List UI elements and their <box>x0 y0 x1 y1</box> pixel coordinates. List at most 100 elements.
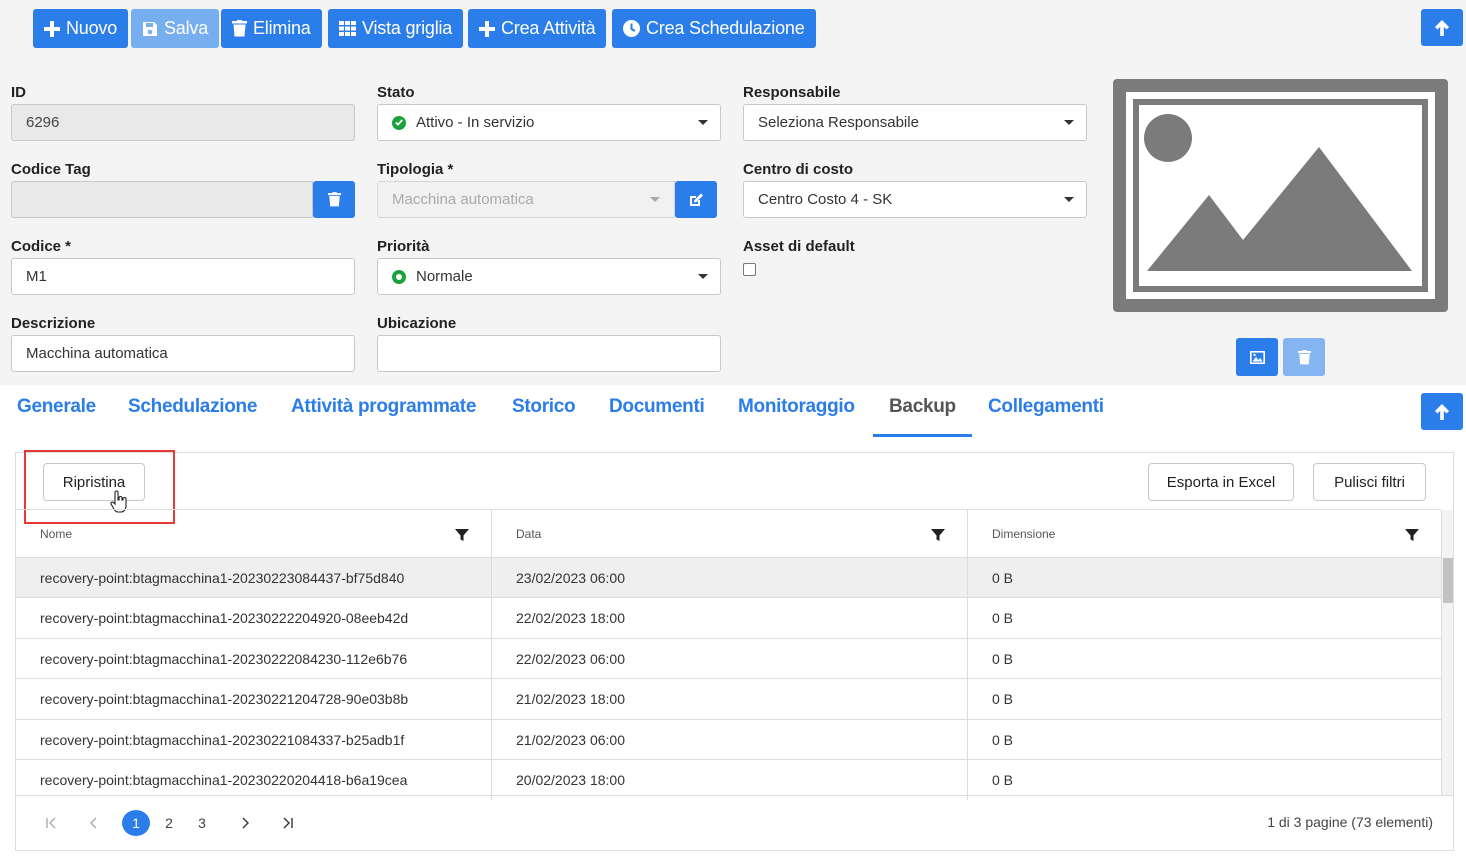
first-page-icon[interactable] <box>37 810 65 836</box>
cell-dimensione: 0 B <box>992 732 1014 748</box>
scroll-top-button[interactable] <box>1421 9 1463 46</box>
crea-attivita-button[interactable]: Crea Attività <box>468 9 607 48</box>
table-row[interactable]: recovery-point:btagmacchina1-20230220204… <box>16 759 1441 800</box>
ubicazione-field[interactable] <box>377 335 721 372</box>
cell-nome: recovery-point:btagmacchina1-20230221204… <box>16 679 492 719</box>
id-field[interactable]: 6296 <box>11 104 355 141</box>
chevron-down-icon <box>650 197 660 202</box>
column-dimensione-label: Dimensione <box>992 527 1056 541</box>
crea-schedulazione-label: Crea Schedulazione <box>646 18 805 38</box>
tab-schedulazione[interactable]: Schedulazione <box>128 396 257 418</box>
filter-icon[interactable] <box>931 528 945 542</box>
pager-divider <box>16 795 1453 796</box>
cell-data: 21/02/2023 06:00 <box>492 720 968 760</box>
codice-label: Codice * <box>11 238 72 255</box>
cell-nome: recovery-point:btagmacchina1-20230222084… <box>16 639 492 679</box>
image-placeholder-icon <box>1139 105 1422 286</box>
edit-icon <box>690 193 703 206</box>
next-page-icon[interactable] <box>231 810 259 836</box>
pulisci-filtri-button[interactable]: Pulisci filtri <box>1313 463 1426 501</box>
tipologia-label: Tipologia * <box>377 161 454 178</box>
page-button-2[interactable]: 2 <box>155 810 183 836</box>
check-circle-icon <box>392 115 406 130</box>
stato-value: Attivo - In servizio <box>416 114 535 131</box>
prev-page-icon[interactable] <box>80 810 108 836</box>
column-header-dimensione[interactable]: Dimensione <box>968 510 1442 558</box>
arrow-up-icon <box>1435 403 1449 420</box>
pulisci-filtri-label: Pulisci filtri <box>1334 473 1405 491</box>
clock-icon <box>623 20 640 37</box>
tab-documenti[interactable]: Documenti <box>609 396 705 418</box>
page-button-1[interactable]: 1 <box>122 810 150 836</box>
active-tab-indicator <box>873 434 972 437</box>
vista-griglia-label: Vista griglia <box>362 18 453 38</box>
cell-nome: recovery-point:btagmacchina1-20230220204… <box>16 760 492 800</box>
tipologia-select[interactable]: Macchina automatica <box>377 181 675 218</box>
column-nome-label: Nome <box>40 527 73 541</box>
responsabile-value: Seleziona Responsabile <box>758 114 919 131</box>
table-row[interactable]: recovery-point:btagmacchina1-20230223084… <box>16 557 1441 598</box>
tab-backup[interactable]: Backup <box>889 396 956 418</box>
priorita-label: Priorità <box>377 238 430 255</box>
elimina-button[interactable]: Elimina <box>221 9 322 48</box>
crea-schedulazione-button[interactable]: Crea Schedulazione <box>612 9 816 48</box>
asset-default-checkbox[interactable] <box>743 263 756 276</box>
salva-button[interactable]: Salva <box>131 9 220 48</box>
tab-monitoraggio[interactable]: Monitoraggio <box>738 396 855 418</box>
id-value: 6296 <box>26 114 60 131</box>
stato-label: Stato <box>377 84 415 101</box>
cell-nome: recovery-point:btagmacchina1-20230222204… <box>16 598 492 638</box>
table-row[interactable]: recovery-point:btagmacchina1-20230221084… <box>16 719 1441 760</box>
table-row[interactable]: recovery-point:btagmacchina1-20230222204… <box>16 597 1441 638</box>
delete-image-button[interactable] <box>1283 338 1325 376</box>
salva-label: Salva <box>164 18 209 38</box>
cell-dimensione: 0 B <box>992 570 1014 586</box>
column-header-nome[interactable]: Nome <box>16 510 492 558</box>
cell-data: 20/02/2023 18:00 <box>492 760 968 800</box>
codice-tag-field[interactable] <box>11 181 313 218</box>
filter-icon[interactable] <box>455 528 469 542</box>
upload-image-button[interactable] <box>1236 338 1278 376</box>
cell-nome: recovery-point:btagmacchina1-20230221084… <box>16 720 492 760</box>
esporta-excel-label: Esporta in Excel <box>1166 473 1276 491</box>
cell-data: 22/02/2023 06:00 <box>492 639 968 679</box>
cell-nome: recovery-point:btagmacchina1-20230223084… <box>16 558 492 598</box>
tipologia-edit-button[interactable] <box>675 181 717 218</box>
centro-costo-select[interactable]: Centro Costo 4 - SK <box>743 181 1087 218</box>
priorita-select[interactable]: Normale <box>377 258 721 295</box>
chevron-down-icon <box>698 274 708 279</box>
cell-data: 22/02/2023 18:00 <box>492 598 968 638</box>
descrizione-field[interactable]: Macchina automatica <box>11 335 355 372</box>
trash-icon <box>1297 349 1311 364</box>
tab-storico[interactable]: Storico <box>512 396 576 418</box>
filter-icon[interactable] <box>1405 528 1419 542</box>
grid-icon <box>339 21 356 36</box>
plus-icon <box>479 20 495 37</box>
responsabile-select[interactable]: Seleziona Responsabile <box>743 104 1087 141</box>
vista-griglia-button[interactable]: Vista griglia <box>328 9 464 48</box>
tipologia-value: Macchina automatica <box>392 191 534 208</box>
table-row[interactable]: recovery-point:btagmacchina1-20230221204… <box>16 678 1441 719</box>
last-page-icon[interactable] <box>274 810 302 836</box>
cell-dimensione: 0 B <box>992 651 1014 667</box>
table-row[interactable]: recovery-point:btagmacchina1-20230222084… <box>16 638 1441 679</box>
save-icon <box>143 21 157 36</box>
column-header-data[interactable]: Data <box>492 510 968 558</box>
centro-costo-value: Centro Costo 4 - SK <box>758 191 893 208</box>
tab-generale[interactable]: Generale <box>17 396 96 418</box>
esporta-excel-button[interactable]: Esporta in Excel <box>1148 463 1294 501</box>
stato-select[interactable]: Attivo - In servizio <box>377 104 721 141</box>
tab-attivita-programmate[interactable]: Attività programmate <box>291 396 476 418</box>
asset-image <box>1113 79 1448 312</box>
nuovo-button[interactable]: Nuovo <box>33 9 129 48</box>
scroll-top-button-2[interactable] <box>1421 393 1463 430</box>
page-button-3[interactable]: 3 <box>188 810 216 836</box>
vertical-scrollbar[interactable] <box>1441 510 1453 796</box>
tab-collegamenti[interactable]: Collegamenti <box>988 396 1104 418</box>
codice-tag-delete-button[interactable] <box>313 181 355 218</box>
scrollbar-thumb[interactable] <box>1443 558 1453 603</box>
responsabile-label: Responsabile <box>743 84 841 101</box>
elimina-label: Elimina <box>253 18 311 38</box>
codice-field[interactable]: M1 <box>11 258 355 295</box>
codice-value: M1 <box>26 268 47 285</box>
